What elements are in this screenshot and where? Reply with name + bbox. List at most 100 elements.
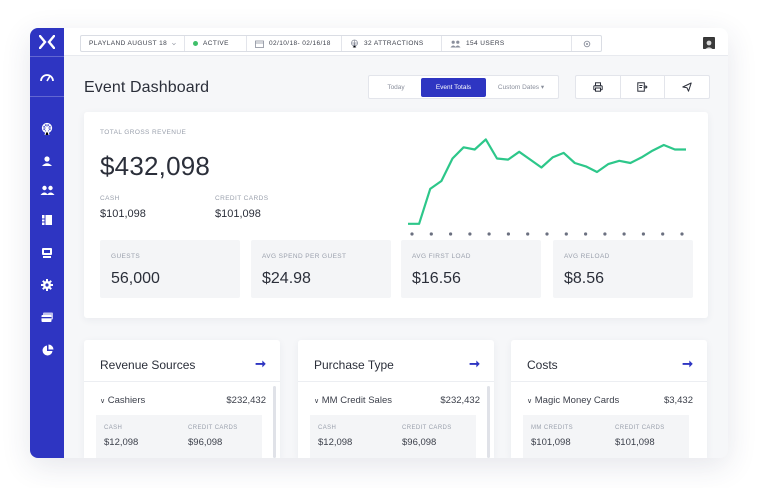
users-count[interactable]: 154 USERS <box>442 36 572 51</box>
card-title: Revenue Sources <box>100 358 196 372</box>
send-icon <box>682 82 692 92</box>
series-line <box>408 138 686 225</box>
costs-card: Costs ➞ ∨ Magic Money Cards $3,432 MM CR… <box>511 340 707 458</box>
arrow-right-icon[interactable]: ➞ <box>469 356 480 372</box>
stat-value: $24.98 <box>262 270 311 287</box>
scrollbar[interactable] <box>487 386 490 458</box>
stat-label: AVG RELOAD <box>564 253 610 260</box>
stat-label: GUESTS <box>111 253 141 260</box>
gross-revenue-value: $432,098 <box>100 151 211 181</box>
speedometer-icon[interactable] <box>39 69 55 85</box>
sub-label: MM CREDITS <box>531 425 573 431</box>
attractions-text: 32 ATTRACTIONS <box>364 40 424 47</box>
sidebar-item-reports[interactable] <box>39 342 55 358</box>
x-axis-dot <box>545 232 549 236</box>
expandable-row[interactable]: ∨ MM Credit Sales <box>314 395 392 406</box>
cash-value: $101,098 <box>100 208 146 220</box>
purchase-type-card: Purchase Type ➞ ∨ MM Credit Sales $232,4… <box>298 340 494 458</box>
expandable-row[interactable]: ∨ Cashiers <box>100 395 145 406</box>
status-dot-icon <box>193 41 198 46</box>
sub-label: CASH <box>318 425 337 431</box>
export-button[interactable] <box>621 76 666 98</box>
sidebar-divider <box>30 96 64 97</box>
expandable-row[interactable]: ∨ Magic Money Cards <box>527 395 619 406</box>
stat-label: AVG FIRST LOAD <box>412 253 471 260</box>
x-axis-dot <box>622 232 626 236</box>
ferris-wheel-icon <box>41 122 53 136</box>
pie-chart-icon <box>42 344 53 355</box>
kiosk-icon <box>42 248 52 258</box>
sub-label: CASH <box>104 425 123 431</box>
ticket-icon <box>42 215 52 225</box>
arrow-right-icon[interactable]: ➞ <box>682 356 693 372</box>
tab-custom-dates[interactable]: Custom Dates ▾ <box>486 78 556 97</box>
x-axis-dot <box>661 232 665 236</box>
stat-avg-spend: AVG SPEND PER GUEST $24.98 <box>251 240 391 298</box>
sidebar-item-user[interactable] <box>39 153 55 169</box>
gross-revenue-label: TOTAL GROSS REVENUE <box>100 129 187 136</box>
card-divider <box>298 381 494 382</box>
row-breakdown: CASH $12,098 CREDIT CARDS $96,098 <box>96 415 262 458</box>
send-button[interactable] <box>665 76 709 98</box>
print-button[interactable] <box>576 76 621 98</box>
x-axis-dot <box>584 232 588 236</box>
user-icon <box>42 156 52 166</box>
date-tabs: Today Event Totals Custom Dates ▾ <box>368 75 559 99</box>
stat-guests: GUESTS 56,000 <box>100 240 240 298</box>
row-name: Cashiers <box>107 395 146 406</box>
calendar-icon <box>255 40 264 48</box>
revenue-line-chart <box>408 138 686 236</box>
sub-value: $101,098 <box>615 437 655 448</box>
sidebar-item-attractions[interactable] <box>39 121 55 137</box>
tab-event-totals[interactable]: Event Totals <box>421 77 486 97</box>
x-axis-dot <box>468 232 472 236</box>
card-icon <box>41 312 53 322</box>
credit-cards-value: $101,098 <box>215 208 261 220</box>
card-divider <box>511 381 707 382</box>
credit-cards-label: CREDIT CARDS <box>215 195 269 202</box>
x-axis-dot <box>680 232 684 236</box>
revenue-sources-card: Revenue Sources ➞ ∨ Cashiers $232,432 CA… <box>84 340 280 458</box>
settings-icon <box>583 40 590 47</box>
x-axis-dot <box>487 232 491 236</box>
users-icon <box>450 40 461 47</box>
scrollbar[interactable] <box>273 386 276 458</box>
date-range-text: 02/10/18- 02/16/18 <box>269 40 331 47</box>
filter-settings-button[interactable] <box>572 36 601 51</box>
card-title: Costs <box>527 358 558 372</box>
top-bar: PLAYLAND AUGUST 18 ACTIVE 02/10/18- 02/1… <box>64 28 728 56</box>
stat-value: $8.56 <box>564 270 605 287</box>
app-window: PLAYLAND AUGUST 18 ACTIVE 02/10/18- 02/1… <box>30 28 728 458</box>
sidebar-item-cards[interactable] <box>39 309 55 325</box>
sidebar-item-settings[interactable] <box>39 277 55 293</box>
sidebar-item-users[interactable] <box>39 182 55 198</box>
stat-label: AVG SPEND PER GUEST <box>262 253 347 260</box>
attractions-count[interactable]: 32 ATTRACTIONS <box>342 36 442 51</box>
avatar[interactable] <box>703 37 715 49</box>
x-axis-dot <box>429 232 433 236</box>
row-breakdown: MM CREDITS $101,098 CREDIT CARDS $101,09… <box>523 415 689 458</box>
sub-value: $12,098 <box>104 437 139 448</box>
logo-icon[interactable] <box>30 28 64 56</box>
event-name: PLAYLAND AUGUST 18 <box>89 40 168 47</box>
sub-value: $96,098 <box>188 437 223 448</box>
sub-label: CREDIT CARDS <box>402 425 452 431</box>
event-selector[interactable]: PLAYLAND AUGUST 18 <box>81 36 185 51</box>
sub-value: $12,098 <box>318 437 353 448</box>
cash-label: CASH <box>100 195 120 202</box>
x-axis-dot <box>564 232 568 236</box>
arrow-right-icon[interactable]: ➞ <box>255 356 266 372</box>
date-range[interactable]: 02/10/18- 02/16/18 <box>247 36 342 51</box>
card-divider <box>84 381 280 382</box>
users-icon <box>40 185 54 195</box>
sidebar-item-kiosk[interactable] <box>39 245 55 261</box>
row-value: $3,432 <box>663 395 693 406</box>
stat-avg-reload: AVG RELOAD $8.56 <box>553 240 693 298</box>
stat-value: $16.56 <box>412 270 461 287</box>
sidebar-item-tickets[interactable] <box>39 212 55 228</box>
x-axis-dot <box>641 232 645 236</box>
row-breakdown: CASH $12,098 CREDIT CARDS $96,098 <box>310 415 476 458</box>
stat-value: 56,000 <box>111 270 160 287</box>
chevron-down-icon <box>172 42 176 45</box>
tab-today[interactable]: Today <box>371 78 421 97</box>
